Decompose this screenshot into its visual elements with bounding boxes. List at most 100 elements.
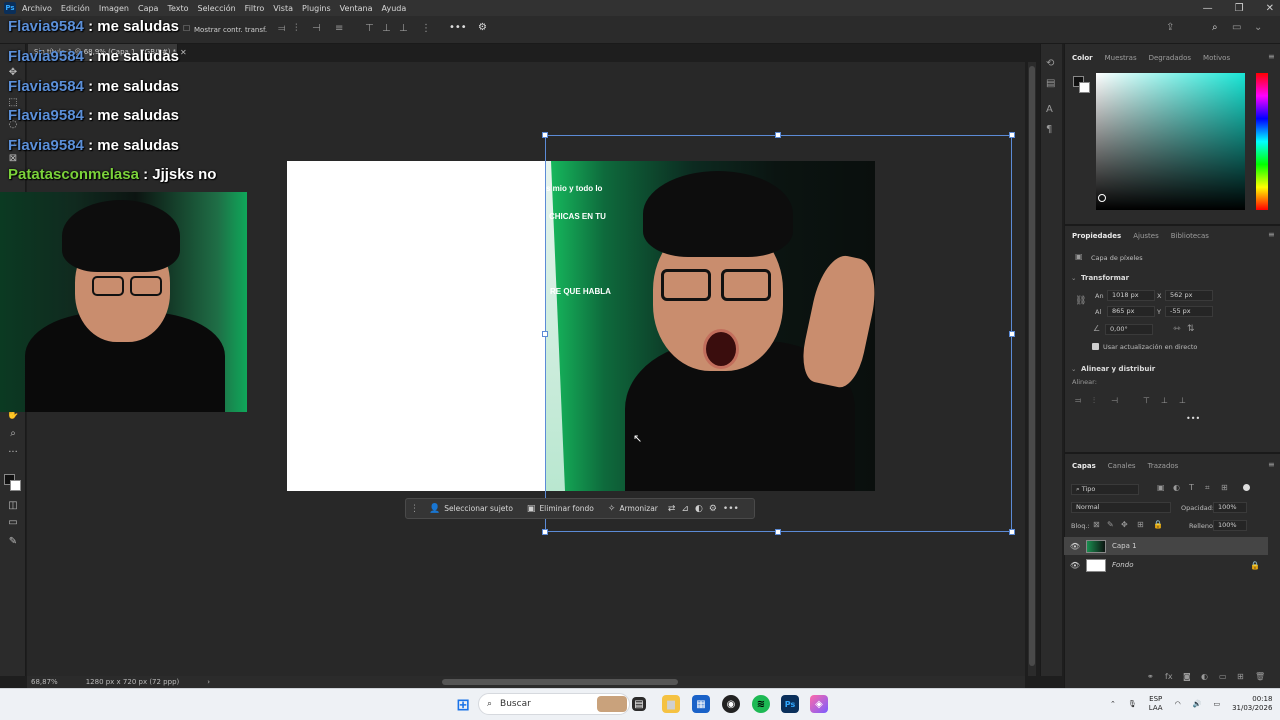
layer-name[interactable]: Fondo xyxy=(1112,561,1133,569)
menu-imagen[interactable]: Imagen xyxy=(99,4,129,13)
tray-chevron-icon[interactable]: ⌃ xyxy=(1110,700,1116,708)
photoshop-taskbar-icon[interactable]: Ps xyxy=(781,695,799,713)
align-h-centers-icon[interactable]: ⫶ xyxy=(1093,396,1095,406)
quick-mask-icon[interactable]: ◫ xyxy=(6,499,20,513)
new-group-icon[interactable]: ▭ xyxy=(1219,672,1227,681)
windows-start-icon[interactable]: ⊞ xyxy=(454,695,472,714)
zoom-level[interactable]: 68,87% xyxy=(31,678,58,686)
select-subject-button[interactable]: 👤 Seleccionar sujeto xyxy=(425,502,517,516)
filter-image-icon[interactable]: ▣ xyxy=(1157,483,1165,492)
layer-visibility-eye-icon[interactable]: 👁 xyxy=(1064,542,1086,551)
tab-libraries[interactable]: Bibliotecas xyxy=(1171,232,1209,240)
link-layers-icon[interactable]: ⚭ xyxy=(1147,672,1154,681)
layer-name[interactable]: Capa 1 xyxy=(1112,542,1137,550)
x-input[interactable]: 562 px xyxy=(1165,290,1213,301)
harmonize-button[interactable]: ✧ Armonizar xyxy=(604,502,662,516)
filter-smart-icon[interactable]: ⊞ xyxy=(1221,483,1228,492)
document-size[interactable]: 1280 px x 720 px (72 ppp) xyxy=(86,678,180,686)
battery-icon[interactable]: ▭ xyxy=(1213,700,1220,708)
menu-archivo[interactable]: Archivo xyxy=(22,4,52,13)
language-indicator[interactable]: ESP LAA xyxy=(1149,695,1163,713)
align-middle-icon[interactable]: ⊥ xyxy=(382,23,391,34)
background-color-swatch[interactable] xyxy=(10,480,21,491)
menu-ventana[interactable]: Ventana xyxy=(340,4,373,13)
tab-close-icon[interactable]: ✕ xyxy=(180,48,187,57)
live-update-checkbox[interactable] xyxy=(1092,343,1099,350)
layer-style-icon[interactable]: fx xyxy=(1165,672,1173,681)
transform-handle-right[interactable] xyxy=(1009,331,1015,337)
clock[interactable]: 00:18 31/03/2026 xyxy=(1232,695,1272,713)
tab-properties[interactable]: Propiedades xyxy=(1072,232,1121,240)
share-icon[interactable]: ⇪ xyxy=(1166,22,1174,33)
generative-icon[interactable]: ✎ xyxy=(6,535,20,549)
filter-text-icon[interactable]: T xyxy=(1189,483,1194,492)
steam-icon[interactable]: ◉ xyxy=(722,695,740,713)
workspace-icon[interactable]: ▭ xyxy=(1232,22,1241,33)
store-icon[interactable]: ▦ xyxy=(692,695,710,713)
tab-gradients[interactable]: Degradados xyxy=(1149,54,1191,62)
volume-icon[interactable]: 🔊 xyxy=(1193,700,1202,708)
transform-bounding-box[interactable] xyxy=(542,132,1015,535)
layer-row-capa-1[interactable]: 👁 Capa 1 xyxy=(1064,537,1268,555)
screen-mode-icon[interactable]: ▭ xyxy=(6,516,20,530)
align-more-icon[interactable]: ••• xyxy=(1186,414,1200,423)
lock-brush-icon[interactable]: ✎ xyxy=(1107,520,1114,529)
align-right-edges-icon[interactable]: ⊣ xyxy=(1111,396,1118,405)
transform-handle-top-left[interactable] xyxy=(542,132,548,138)
transform-section-title[interactable]: Transformar xyxy=(1081,274,1129,282)
flip-vertical-icon[interactable]: ⇅ xyxy=(1187,324,1195,334)
opacity-input[interactable]: 100% xyxy=(1213,502,1247,513)
checkbox-icon[interactable]: ☐ xyxy=(183,24,190,33)
adjust-icon[interactable]: ◐ xyxy=(695,504,703,514)
frame-tool-icon[interactable]: ⊠ xyxy=(6,152,20,166)
menu-plugins[interactable]: Plugins xyxy=(302,4,331,13)
app-icon[interactable]: ◈ xyxy=(810,695,828,713)
adjustment-layer-icon[interactable]: ◐ xyxy=(1201,672,1208,681)
new-layer-icon[interactable]: ⊞ xyxy=(1237,672,1244,681)
fill-input[interactable]: 100% xyxy=(1213,520,1247,531)
taskbar-search[interactable]: ⌕ Buscar xyxy=(478,693,630,715)
settings-gear-icon[interactable]: ⚙ xyxy=(478,22,487,33)
align-chevron-icon[interactable]: ⌄ xyxy=(1071,365,1076,373)
align-center-icon[interactable]: ⫶ xyxy=(295,23,298,34)
color-picker-marker[interactable] xyxy=(1098,194,1106,202)
distribute-icon[interactable]: ⋮ xyxy=(421,23,431,34)
transform-handle-bottom-right[interactable] xyxy=(1009,529,1015,535)
show-transform-label[interactable]: Mostrar contr. transf. xyxy=(194,26,267,34)
more-icon[interactable]: ••• xyxy=(723,504,739,514)
menu-edicion[interactable]: Edición xyxy=(61,4,90,13)
delete-layer-icon[interactable]: 🗑 xyxy=(1255,672,1265,681)
align-bottom-edges-icon[interactable]: ⊥ xyxy=(1179,396,1186,405)
menu-ayuda[interactable]: Ayuda xyxy=(382,4,407,13)
zoom-tool-icon[interactable]: ⌕ xyxy=(6,427,20,441)
comments-icon[interactable]: ▤ xyxy=(1046,78,1055,89)
angle-input[interactable]: 0,00° xyxy=(1105,324,1153,335)
microphone-icon[interactable]: 🎙 xyxy=(1128,700,1137,708)
paragraph-icon[interactable]: ¶ xyxy=(1046,124,1052,135)
more-options-icon[interactable]: ••• xyxy=(449,22,467,33)
transform-handle-bottom-left[interactable] xyxy=(542,529,548,535)
align-v-centers-icon[interactable]: ⊥ xyxy=(1161,396,1168,405)
wifi-icon[interactable]: ◠ xyxy=(1175,700,1181,708)
file-explorer-icon[interactable]: ▆ xyxy=(662,695,680,713)
flip-icon[interactable]: ⇄ xyxy=(668,504,676,514)
character-icon[interactable]: A xyxy=(1046,104,1053,115)
layer-lock-icon[interactable]: 🔒 xyxy=(1250,561,1260,570)
mask-icon[interactable]: ⚙ xyxy=(709,504,717,514)
tab-layers[interactable]: Capas xyxy=(1072,462,1096,470)
search-icon[interactable]: ⌕ xyxy=(1212,22,1218,33)
layer-filter-select[interactable]: ⌕ Tipo xyxy=(1071,484,1139,495)
color-picker-field[interactable] xyxy=(1096,73,1245,210)
align-right-icon[interactable]: ⊣ xyxy=(312,23,321,34)
drag-handle-icon[interactable]: ⋮ xyxy=(410,504,419,514)
remove-background-button[interactable]: ▣ Eliminar fondo xyxy=(523,502,598,516)
transform-chevron-icon[interactable]: ⌄ xyxy=(1071,274,1076,282)
align-section-title[interactable]: Alinear y distribuir xyxy=(1081,365,1155,373)
properties-menu-icon[interactable]: ≡ xyxy=(1268,230,1275,239)
width-input[interactable]: 1018 px xyxy=(1107,290,1155,301)
vertical-scrollbar[interactable] xyxy=(1028,62,1036,676)
align-left-edges-icon[interactable]: ⫤ xyxy=(1075,396,1081,406)
layer-row-fondo[interactable]: 👁 Fondo 🔒 xyxy=(1064,556,1268,574)
transform-handle-top-right[interactable] xyxy=(1009,132,1015,138)
layer-visibility-eye-icon[interactable]: 👁 xyxy=(1064,561,1086,570)
